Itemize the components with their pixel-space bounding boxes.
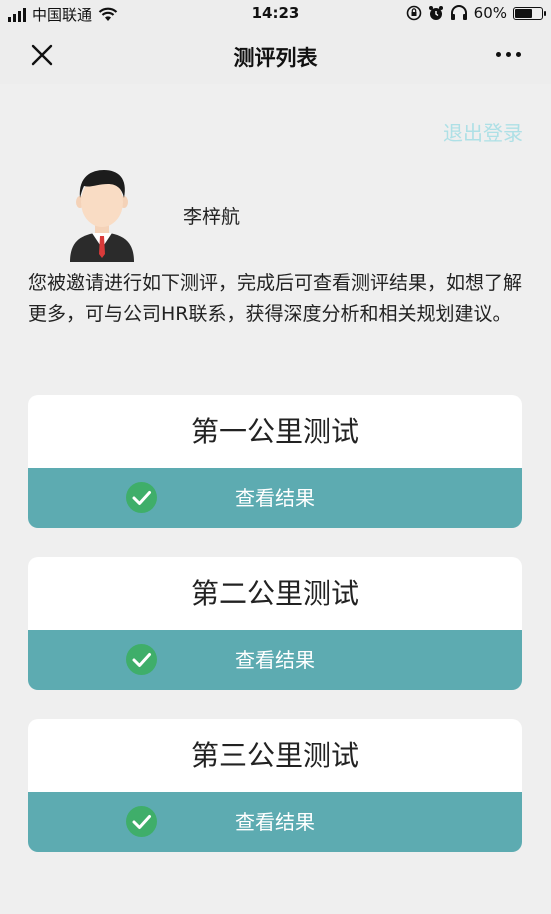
test-card: 第三公里测试 查看结果 — [28, 719, 522, 852]
test-title: 第三公里测试 — [190, 739, 359, 772]
view-result-button[interactable]: 查看结果 — [28, 468, 522, 528]
nav-bar: 测评列表 — [0, 28, 551, 84]
intro-text: 您被邀请进行如下测评，完成后可查看测评结果，如想了解更多，可与公司HR联系，获得… — [28, 272, 523, 325]
battery-percent: 60% — [473, 4, 507, 22]
alarm-icon — [428, 6, 443, 20]
test-card: 第一公里测试 查看结果 — [28, 395, 522, 528]
test-card: 第二公里测试 查看结果 — [28, 557, 522, 690]
test-title: 第二公里测试 — [190, 577, 359, 610]
view-result-label: 查看结果 — [235, 486, 315, 510]
more-icon[interactable] — [496, 52, 521, 57]
headphones-icon — [450, 5, 467, 20]
view-result-label: 查看结果 — [235, 810, 315, 834]
view-result-button[interactable]: 查看结果 — [28, 630, 522, 690]
username: 李梓航 — [183, 206, 241, 228]
view-result-button[interactable]: 查看结果 — [28, 792, 522, 852]
rotation-lock-icon — [406, 5, 421, 21]
logout-link[interactable]: 退出登录 — [443, 117, 523, 146]
view-result-label: 查看结果 — [235, 648, 315, 672]
status-bar: 中国联通 14:23 60% — [0, 0, 551, 28]
test-title: 第一公里测试 — [190, 415, 359, 448]
avatar — [70, 170, 134, 262]
status-right: 60% — [406, 4, 546, 22]
page-title: 测评列表 — [233, 46, 318, 70]
battery-icon — [513, 6, 546, 20]
